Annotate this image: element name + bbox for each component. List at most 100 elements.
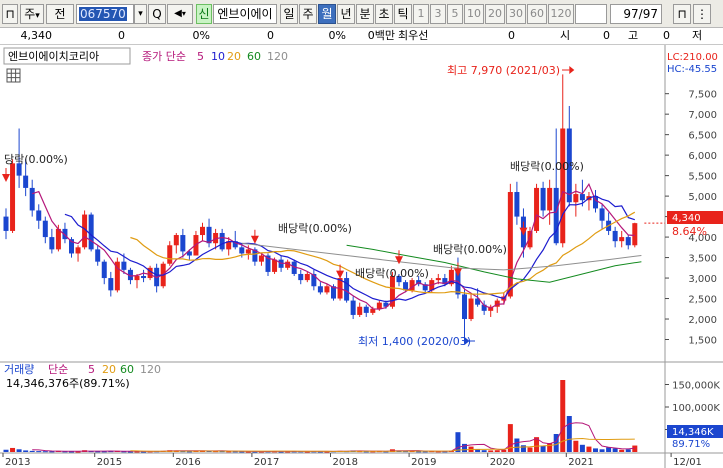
candle-body bbox=[468, 298, 474, 320]
x-tick-label: 12/01 bbox=[673, 457, 702, 468]
interval-tab[interactable]: 30 bbox=[506, 4, 526, 24]
candle-body bbox=[36, 210, 42, 221]
speaker-icon[interactable]: ◀▾ bbox=[167, 4, 193, 24]
open-label: 시 bbox=[560, 29, 571, 42]
volume-value: 0 bbox=[267, 29, 274, 42]
x-tick-label: 2018 bbox=[333, 457, 358, 468]
interval-tab[interactable]: 60 bbox=[527, 4, 547, 24]
period-tab[interactable]: 일 bbox=[280, 4, 298, 24]
volume-bar bbox=[573, 440, 579, 452]
x-tick-label: 2016 bbox=[175, 457, 200, 468]
trade-amount: 0백만 bbox=[367, 29, 395, 42]
candle-body bbox=[344, 278, 350, 301]
main-select-label: 주 bbox=[24, 7, 36, 21]
stock-code-input[interactable]: 067570 bbox=[76, 4, 134, 24]
grid-icon[interactable]: ⊓ bbox=[673, 4, 691, 24]
period-tab[interactable]: 월 bbox=[318, 4, 336, 24]
volume-bar bbox=[527, 447, 533, 452]
interval-tab[interactable]: 1 bbox=[413, 4, 429, 24]
period-tab[interactable]: 주 bbox=[299, 4, 317, 24]
volume-bar bbox=[10, 447, 16, 452]
volume-tick-label: 150,000K bbox=[672, 381, 720, 392]
candle-body bbox=[435, 278, 441, 281]
candle-body bbox=[88, 214, 94, 250]
interval-tab[interactable]: 20 bbox=[485, 4, 505, 24]
interval-tab[interactable]: 3 bbox=[430, 4, 446, 24]
page-indicator: 97/97 bbox=[610, 4, 662, 24]
x-tick-label: 2017 bbox=[254, 457, 279, 468]
stock-chart[interactable]: 1,5002,0002,5003,0003,5004,0004,5005,000… bbox=[0, 45, 723, 468]
dividend-label: 배당락(0.00%) bbox=[510, 160, 584, 173]
y-tick-label: 1,500 bbox=[688, 336, 717, 347]
interval-tab[interactable]: 10 bbox=[464, 4, 484, 24]
candle-body bbox=[49, 237, 55, 250]
current-volume-pct: 89.71% bbox=[672, 439, 710, 450]
candle-body bbox=[3, 216, 9, 231]
candle-body bbox=[376, 302, 382, 309]
volume-bar bbox=[520, 445, 526, 452]
candle-body bbox=[593, 196, 598, 209]
volume-bar bbox=[612, 448, 618, 452]
y-tick-label: 3,500 bbox=[688, 254, 717, 265]
volume-ma-label: 단순 bbox=[48, 363, 68, 376]
candle-body bbox=[357, 306, 363, 315]
settings-icon[interactable]: ⋮ bbox=[693, 4, 711, 24]
x-tick-label: 2015 bbox=[97, 457, 122, 468]
period-tab[interactable]: 분 bbox=[356, 4, 374, 24]
interval-tab[interactable]: 120 bbox=[548, 4, 574, 24]
candle-body bbox=[219, 232, 225, 250]
candle-body bbox=[239, 247, 245, 254]
interval-input[interactable] bbox=[575, 4, 607, 24]
period-tab[interactable]: 초 bbox=[375, 4, 393, 24]
volume-bar bbox=[553, 434, 559, 452]
volume-bar bbox=[36, 451, 42, 453]
interval-tab[interactable]: 5 bbox=[447, 4, 463, 24]
volume-bar bbox=[579, 444, 585, 452]
code-dropdown-button[interactable]: ▾ bbox=[134, 4, 147, 24]
candle-body bbox=[553, 187, 559, 244]
best-bid-label: 최우선 bbox=[398, 29, 429, 42]
volume-bar bbox=[488, 450, 494, 452]
x-tick-label: 2013 bbox=[5, 457, 30, 468]
candle-body bbox=[42, 220, 48, 238]
grid-icon-box[interactable] bbox=[6, 68, 21, 83]
main-select[interactable]: 주▾ bbox=[20, 4, 44, 24]
volume-bar bbox=[514, 438, 520, 452]
price-change: 0 bbox=[118, 29, 125, 42]
period-tab[interactable]: 틱 bbox=[394, 4, 412, 24]
volume-bar bbox=[599, 449, 605, 452]
hc-label: HC:-45.55 bbox=[667, 64, 717, 75]
candle-body bbox=[612, 230, 618, 242]
price-ma-label: 종가 단순 bbox=[142, 50, 186, 63]
low-annotation: 최저 1,400 (2020/03) bbox=[358, 335, 471, 348]
volume-ma-legend-item: 60 bbox=[120, 363, 134, 376]
volume-bar bbox=[42, 451, 48, 453]
stock-name: 엔브이에이 bbox=[213, 4, 277, 24]
volume-total: 14,346,376주(89.71%) bbox=[6, 377, 130, 390]
volume-bar bbox=[3, 449, 9, 452]
candle-body bbox=[23, 175, 29, 188]
period-tab[interactable]: 년 bbox=[337, 4, 355, 24]
best-bid-value: 0 bbox=[508, 29, 515, 42]
price-ma-legend-item: 120 bbox=[267, 50, 288, 63]
y-tick-label: 5,000 bbox=[688, 192, 717, 203]
market-icon[interactable]: ⊓ bbox=[2, 4, 18, 24]
low-label: 저 bbox=[692, 29, 703, 42]
volume-bar bbox=[455, 432, 461, 452]
price-ma-legend-item: 60 bbox=[247, 50, 261, 63]
candle-body bbox=[599, 208, 605, 221]
lc-label: LC:210.00 bbox=[667, 52, 718, 63]
volume-bar bbox=[462, 443, 467, 452]
volume-bar bbox=[593, 448, 598, 452]
dividend-label: 배당락(0.00%) bbox=[433, 243, 507, 256]
y-tick-label: 7,000 bbox=[688, 110, 717, 121]
candle-body bbox=[108, 278, 114, 291]
candle-body bbox=[350, 300, 356, 315]
volume-bar bbox=[481, 450, 487, 452]
x-tick-label: 2020 bbox=[490, 457, 515, 468]
prev-button[interactable]: 전 bbox=[46, 4, 74, 24]
search-icon[interactable]: Q bbox=[148, 4, 166, 24]
volume-ma-legend-item: 20 bbox=[102, 363, 116, 376]
candle-body bbox=[167, 245, 173, 264]
candle-body bbox=[29, 187, 35, 211]
